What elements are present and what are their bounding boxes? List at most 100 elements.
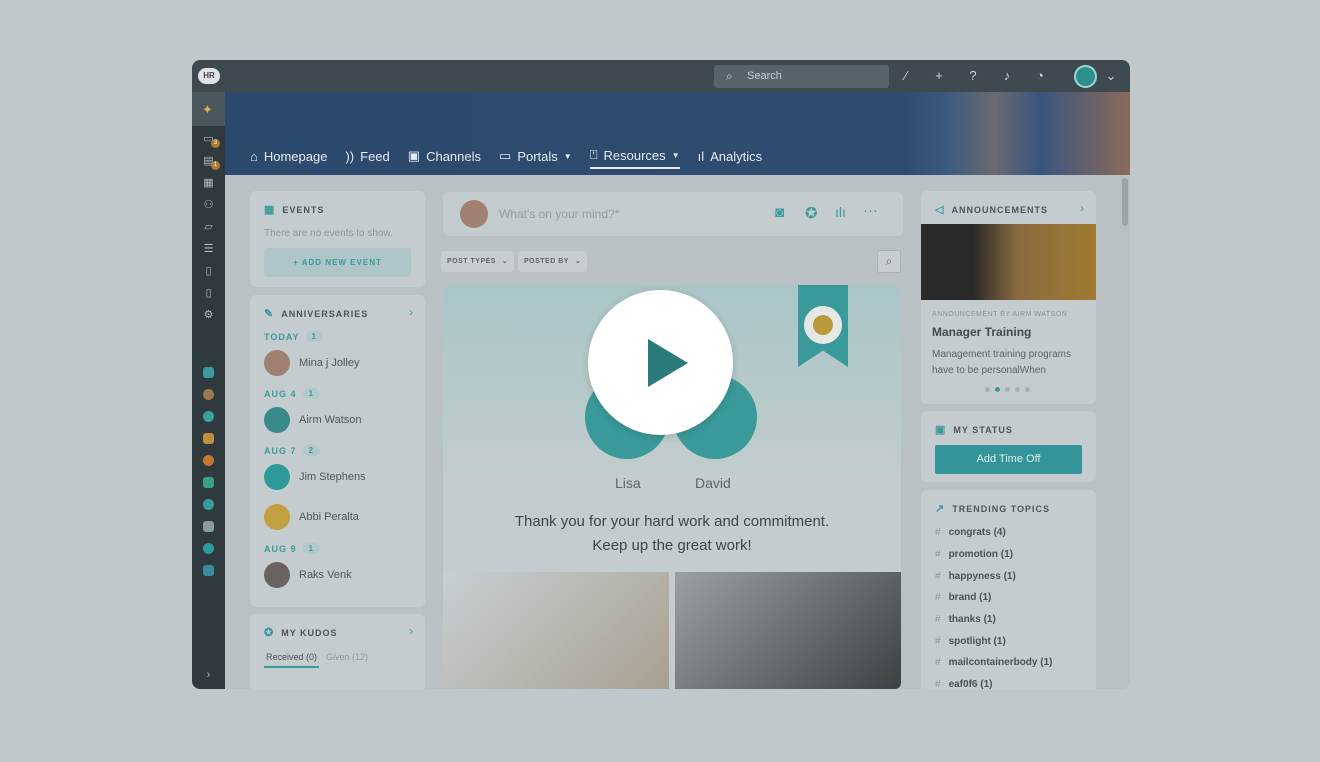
app-icon[interactable] bbox=[203, 543, 214, 554]
person-name: Abbi Peralta bbox=[299, 511, 359, 523]
app-icon[interactable] bbox=[203, 411, 214, 422]
hr-logo[interactable]: HR bbox=[198, 68, 220, 84]
topic-link[interactable]: # thanks (1) bbox=[935, 614, 996, 625]
award-icon[interactable]: ✪ bbox=[805, 204, 818, 222]
banner: ⌂ Homepage )) Feed ▣ Channels ▭ Portals ▼ ⍞ Re… bbox=[225, 92, 1130, 175]
pinwheel-icon: ✦ bbox=[202, 102, 213, 117]
carousel-dot[interactable] bbox=[1025, 387, 1030, 392]
recipient-name: Lisa bbox=[615, 475, 641, 491]
date-label: AUG 7 bbox=[264, 445, 297, 456]
search-input[interactable]: ⌕ Search bbox=[714, 65, 889, 88]
wand-icon[interactable]: ⁄ bbox=[898, 68, 914, 83]
nav-resources[interactable]: ⍞ Resources ▼ bbox=[589, 147, 680, 169]
bell-icon[interactable]: ♪ bbox=[999, 68, 1015, 83]
nav-feed[interactable]: )) Feed bbox=[345, 147, 389, 169]
announcement-title[interactable]: Manager Training bbox=[932, 325, 1031, 339]
app-icon[interactable] bbox=[203, 433, 214, 444]
list-item[interactable]: Mina j Jolley bbox=[264, 350, 360, 376]
tab-given[interactable]: Given (12) bbox=[326, 652, 368, 662]
app-icon[interactable] bbox=[203, 477, 214, 488]
camera-icon[interactable]: ◙ bbox=[775, 204, 784, 221]
app-icon[interactable] bbox=[203, 565, 214, 576]
carousel-dot[interactable] bbox=[985, 387, 990, 392]
topic-label: spotlight (1) bbox=[948, 636, 1006, 647]
calendar-icon[interactable]: ▦ bbox=[202, 178, 215, 189]
folder-icon[interactable]: ▱ bbox=[202, 222, 215, 233]
checklist-icon[interactable]: ☰ bbox=[202, 244, 215, 255]
topic-link[interactable]: # spotlight (1) bbox=[935, 636, 1006, 647]
nav-channels[interactable]: ▣ Channels bbox=[408, 147, 481, 169]
chevron-right-icon[interactable]: › bbox=[409, 624, 413, 638]
chevron-down-icon[interactable]: ⌄ bbox=[1103, 68, 1119, 84]
timer-icon[interactable]: ◔ bbox=[1032, 68, 1048, 83]
count-badge: 1 bbox=[302, 543, 320, 554]
chevron-down-icon: ⌄ bbox=[574, 258, 582, 265]
chevron-right-icon[interactable]: › bbox=[1080, 201, 1084, 215]
topic-link[interactable]: # happyness (1) bbox=[935, 571, 1016, 582]
megaphone-icon: ◁ bbox=[935, 204, 945, 216]
calendar-icon: ▦ bbox=[264, 204, 276, 216]
tab-received[interactable]: Received (0) bbox=[264, 652, 320, 668]
events-card: ▦ EVENTS There are no events to show. + A… bbox=[250, 191, 425, 287]
help-icon[interactable]: ? bbox=[965, 68, 981, 83]
card-icon: ▭ bbox=[499, 148, 512, 163]
message-line: Thank you for your hard work and commitm… bbox=[514, 513, 830, 530]
date-label: AUG 9 bbox=[264, 543, 297, 554]
app-icon[interactable] bbox=[203, 521, 214, 532]
card-title: TRENDING TOPICS bbox=[952, 503, 1051, 514]
settings-icon[interactable]: ⚙ bbox=[202, 310, 215, 321]
post-message: Thank you for your hard work and commitm… bbox=[443, 510, 901, 558]
plus-icon[interactable]: + bbox=[931, 68, 947, 83]
app-icon[interactable] bbox=[203, 499, 214, 510]
card-title: MY STATUS bbox=[953, 424, 1013, 435]
scrollbar[interactable] bbox=[1122, 178, 1128, 226]
carousel-dot[interactable] bbox=[995, 387, 1000, 392]
nav-portals[interactable]: ▭ Portals ▼ bbox=[499, 147, 572, 169]
carousel-dot[interactable] bbox=[1005, 387, 1010, 392]
nav-analytics[interactable]: ıl Analytics bbox=[698, 147, 763, 169]
search-posts-button[interactable]: ⌕ bbox=[877, 250, 901, 273]
post-image[interactable] bbox=[443, 572, 669, 689]
nav-label: Analytics bbox=[710, 148, 763, 164]
app-icon[interactable] bbox=[203, 389, 214, 400]
carousel-dot[interactable] bbox=[1015, 387, 1020, 392]
topic-link[interactable]: # promotion (1) bbox=[935, 549, 1013, 560]
topic-link[interactable]: # eaf0f6 (1) bbox=[935, 679, 992, 689]
app-icon[interactable] bbox=[203, 455, 214, 466]
posted-by-filter[interactable]: POSTED BY ⌄ bbox=[518, 251, 588, 272]
list-item[interactable]: Abbi Peralta bbox=[264, 504, 359, 530]
chevron-right-icon[interactable]: › bbox=[409, 305, 413, 319]
nav-label: Channels bbox=[426, 148, 482, 164]
people-icon[interactable]: ⚇ bbox=[202, 200, 215, 211]
add-new-event-button[interactable]: + ADD NEW EVENT bbox=[264, 248, 411, 277]
avatar bbox=[264, 504, 290, 530]
post-image[interactable] bbox=[675, 572, 901, 689]
app-icon[interactable] bbox=[203, 367, 214, 378]
document-icon[interactable]: ▯ bbox=[202, 266, 215, 277]
nav-homepage[interactable]: ⌂ Homepage bbox=[250, 147, 327, 169]
more-icon[interactable]: ··· bbox=[863, 202, 878, 219]
carousel-dots bbox=[985, 387, 1030, 392]
post-types-filter[interactable]: POST TYPES ⌄ bbox=[441, 251, 515, 272]
expand-sidebar-icon[interactable]: › bbox=[202, 670, 215, 681]
topic-label: congrats (4) bbox=[948, 527, 1006, 538]
list-item[interactable]: Airm Watson bbox=[264, 407, 362, 433]
home-icon: ⌂ bbox=[250, 148, 258, 164]
topic-link[interactable]: # mailcontainerbody (1) bbox=[935, 657, 1052, 668]
add-time-off-button[interactable]: Add Time Off bbox=[935, 445, 1082, 474]
caret-down-icon: ▼ bbox=[671, 150, 680, 160]
user-avatar[interactable] bbox=[1074, 65, 1097, 88]
play-video-button[interactable] bbox=[588, 290, 733, 435]
list-item[interactable]: Raks Venk bbox=[264, 562, 352, 588]
post-input[interactable]: What's on your mind?* bbox=[499, 207, 619, 221]
nav-label: Homepage bbox=[263, 148, 328, 164]
status-card: ▣ MY STATUS Add Time Off bbox=[921, 411, 1096, 482]
list-item[interactable]: Jim Stephens bbox=[264, 464, 366, 490]
clipboard-icon[interactable]: ▯ bbox=[202, 288, 215, 299]
chevron-down-icon: ⌄ bbox=[501, 258, 509, 265]
topic-link[interactable]: # congrats (4) bbox=[935, 527, 1006, 538]
topic-link[interactable]: # brand (1) bbox=[935, 592, 991, 603]
poll-icon[interactable]: ılı bbox=[835, 204, 846, 220]
announcement-image[interactable] bbox=[921, 224, 1096, 300]
app-switcher[interactable]: ✦ bbox=[192, 92, 225, 126]
